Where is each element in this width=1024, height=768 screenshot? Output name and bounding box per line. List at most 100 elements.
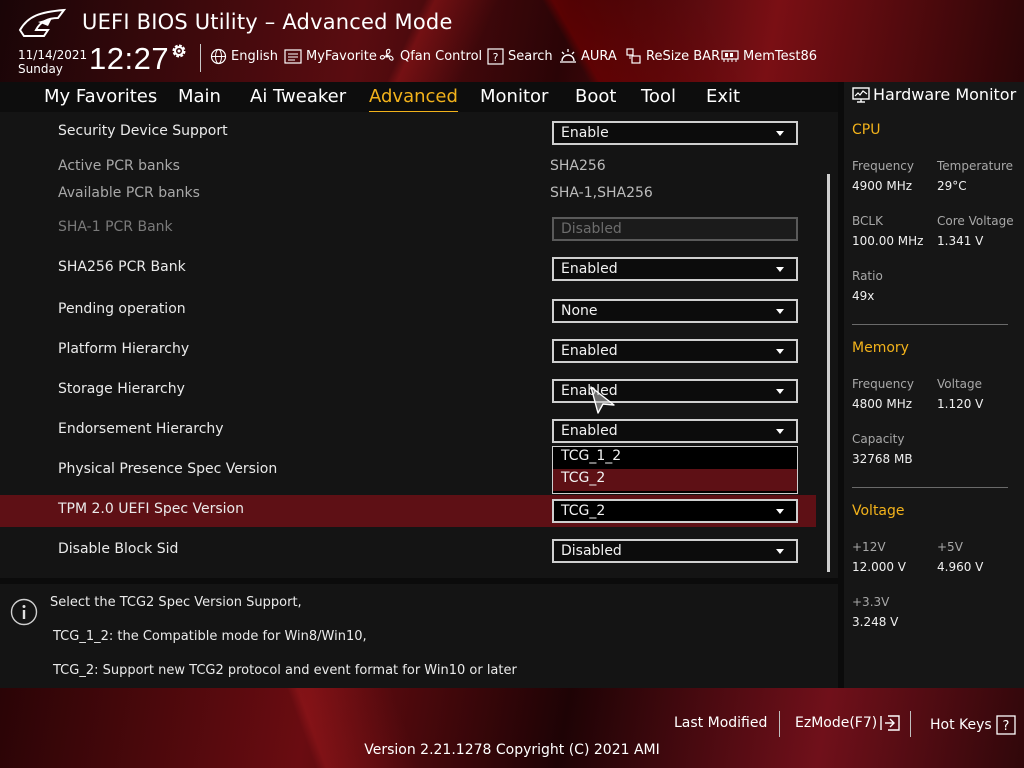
settings-scrollbar[interactable] [827,174,830,572]
option-label: TCG_2 [561,470,606,486]
aura-button[interactable]: AURA [559,46,617,66]
dropdown-value: Enabled [561,343,618,359]
cpu-frequency-value: 4900 MHz [852,179,913,193]
v5-value: 4.960 V [937,560,984,574]
tab-monitor[interactable]: Monitor [480,86,548,107]
security-device-support-label: Security Device Support [58,123,228,139]
tab-exit[interactable]: Exit [706,86,740,107]
v12-label: +12V [852,540,886,554]
hot-keys-button[interactable]: Hot Keys ? [930,715,1016,735]
svg-text:?: ? [493,51,499,64]
tab-boot[interactable]: Boot [575,86,616,107]
search-button[interactable]: ? Search [487,46,553,66]
search-label: Search [508,48,553,64]
help-panel: Select the TCG2 Spec Version Support, TC… [0,584,838,688]
footer-separator [779,711,780,737]
dropdown-option-tcg-2[interactable]: TCG_2 [553,469,797,491]
option-label: TCG_1_2 [561,448,622,464]
tpm-uefi-spec-label: TPM 2.0 UEFI Spec Version [58,501,244,517]
myfavorite-button[interactable]: MyFavorite [284,46,377,66]
spec-version-dropdown-list: TCG_1_2 TCG_2 [552,446,798,494]
tab-my-favorites[interactable]: My Favorites [44,86,157,107]
info-icon [10,598,38,626]
platform-hierarchy-dropdown[interactable]: Enabled [552,339,798,363]
ezmode-label: EzMode(F7) [795,715,878,731]
main-nav: My Favorites Main Ai Tweaker Advanced Mo… [0,82,838,113]
resize-bar-label: ReSize BAR [646,48,721,64]
section-divider [852,487,1008,488]
dropdown-value: None [561,303,598,319]
sha256-pcr-bank-label: SHA256 PCR Bank [58,259,186,275]
resize-bar-button[interactable]: ReSize BAR [625,46,720,66]
date-display: 11/14/2021 [18,48,88,62]
gear-icon[interactable] [170,42,188,60]
endorsement-hierarchy-dropdown[interactable]: Enabled [552,419,798,443]
chevron-down-icon [776,131,784,136]
favorite-icon [284,48,302,64]
cpu-temperature-value: 29°C [937,179,967,193]
help-text-line-2: TCG_1_2: the Compatible mode for Win8/Wi… [53,629,367,644]
globe-icon [210,48,227,64]
footer-separator [910,711,911,737]
dropdown-value: TCG_2 [561,503,606,519]
memtest86-label: MemTest86 [743,48,818,64]
ezmode-button[interactable]: EzMode(F7) [795,715,901,731]
active-pcr-banks-value: SHA256 [550,158,606,174]
available-pcr-banks-label: Available PCR banks [58,185,200,201]
resize-bar-icon [626,48,641,64]
dropdown-option-tcg-1-2[interactable]: TCG_1_2 [553,447,797,469]
sha1-pcr-bank-label: SHA-1 PCR Bank [58,219,173,235]
bclk-value: 100.00 MHz [852,234,924,248]
v33-label: +3.3V [852,595,890,609]
language-button[interactable]: English [210,46,278,66]
voltage-section-title: Voltage [852,503,905,519]
memory-voltage-value: 1.120 V [937,397,984,411]
security-device-support-dropdown[interactable]: Enable [552,121,798,145]
pending-operation-dropdown[interactable]: None [552,299,798,323]
chevron-down-icon [776,549,784,554]
pending-operation-label: Pending operation [58,301,186,317]
aura-icon [560,49,576,63]
tab-ai-tweaker[interactable]: Ai Tweaker [250,86,346,107]
help-text-line-3: TCG_2: Support new TCG2 protocol and eve… [53,663,517,678]
capacity-value: 32768 MB [852,452,913,466]
v33-value: 3.248 V [852,615,899,629]
chevron-down-icon [776,349,784,354]
disable-block-sid-dropdown[interactable]: Disabled [552,539,798,563]
last-modified-button[interactable]: Last Modified [674,715,767,731]
qfan-control-button[interactable]: Qfan Control [378,46,482,66]
fan-icon [379,48,394,61]
rog-logo-icon [18,8,67,37]
settings-panel: Security Device Support Enable Active PC… [0,112,838,578]
dropdown-value: Enabled [561,261,618,277]
chevron-down-icon [776,267,784,272]
disable-block-sid-label: Disable Block Sid [58,541,179,557]
bclk-label: BCLK [852,214,883,228]
app-title: UEFI BIOS Utility – Advanced Mode [82,10,453,34]
ratio-value: 49x [852,289,875,303]
chevron-down-icon [776,389,784,394]
tab-tool[interactable]: Tool [641,86,676,107]
dropdown-value: Disabled [561,543,622,559]
cpu-section-title: CPU [852,122,881,138]
sha256-pcr-bank-dropdown[interactable]: Enabled [552,257,798,281]
version-text: Version 2.21.1278 Copyright (C) 2021 AMI [364,742,660,758]
v5-label: +5V [937,540,963,554]
mouse-cursor-icon [590,386,615,414]
question-icon: ? [996,715,1016,735]
header-separator [200,44,201,72]
physical-presence-spec-label: Physical Presence Spec Version [58,461,278,477]
svg-text:?: ? [1002,719,1009,734]
memory-frequency-label: Frequency [852,377,914,391]
hardware-monitor-title: Hardware Monitor [873,85,1017,104]
ratio-label: Ratio [852,269,883,283]
tab-main[interactable]: Main [178,86,221,107]
qfan-control-label: Qfan Control [400,48,483,64]
platform-hierarchy-label: Platform Hierarchy [58,341,190,357]
tpm-uefi-spec-dropdown[interactable]: TCG_2 [552,499,798,523]
clock-display: 12:27 [89,41,170,76]
memory-voltage-label: Voltage [937,377,983,391]
memtest-icon [721,50,739,62]
memtest86-button[interactable]: MemTest86 [721,46,817,66]
tab-advanced[interactable]: Advanced [369,86,458,113]
